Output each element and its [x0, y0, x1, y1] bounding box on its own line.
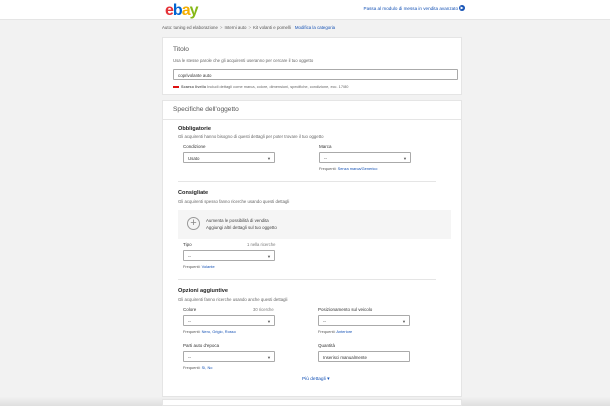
- additional-title: Opzioni aggiuntive: [178, 288, 229, 294]
- type-frequent-option[interactable]: Volante: [202, 264, 215, 269]
- frequent-prefix: Frequenti:: [183, 264, 201, 269]
- breadcrumb-item[interactable]: Interni auto: [224, 25, 246, 30]
- placement-frequent-option[interactable]: Anteriore: [336, 329, 352, 334]
- type-label: Tipo: [183, 242, 192, 247]
- type-select[interactable]: -- ▼: [183, 250, 275, 261]
- spare-part-select[interactable]: -- ▼: [183, 351, 275, 362]
- strength-label: Scarso livello: [181, 84, 207, 89]
- placement-value: --: [323, 319, 326, 324]
- chevron-down-icon: ▼: [402, 319, 406, 324]
- spare-part-label: Parti auto d'epoca: [183, 343, 220, 348]
- brand-label: Marca: [319, 144, 332, 149]
- breadcrumb-item[interactable]: Kit volanti e pomelli: [253, 25, 291, 30]
- chevron-down-icon: ▼: [267, 355, 271, 360]
- add-details-tip[interactable]: + Aumenta le possibilità di vendita Aggi…: [178, 210, 451, 239]
- placement-label: Posizionamento sul veicolo: [318, 307, 373, 312]
- title-panel: Titolo Usa le stesse parole che gli acqu…: [162, 37, 462, 95]
- tip-line-1: Aumenta le possibilità di vendita: [206, 218, 269, 223]
- more-details-link[interactable]: Più dettagli ▾: [302, 377, 330, 382]
- chevron-down-icon: ▼: [267, 319, 271, 324]
- chevron-down-icon: ▼: [267, 156, 271, 161]
- divider: [178, 181, 436, 182]
- more-details-label: Più dettagli: [302, 377, 326, 382]
- frequent-prefix: Frequenti:: [183, 329, 201, 334]
- strength-hint: Includi dettagli come marca, colore, dim…: [207, 84, 349, 89]
- brand-select[interactable]: -- ▼: [319, 152, 411, 163]
- quantity-label: Quantità: [318, 343, 336, 348]
- item-specifics-panel: Specifiche dell'oggetto Obbligatorie Gli…: [162, 100, 462, 397]
- recommended-title: Consigliate: [178, 190, 209, 196]
- chevron-down-icon: ▼: [267, 254, 271, 259]
- type-counter: 1 nella ricerche: [247, 242, 276, 247]
- divider: [178, 279, 436, 280]
- color-counter: 30 ricerche: [253, 307, 274, 312]
- type-frequent: Frequenti: Volante: [183, 264, 215, 269]
- additional-hint: Gli acquirenti fanno ricerche usando anc…: [178, 297, 288, 302]
- plus-circle-icon[interactable]: +: [187, 217, 200, 230]
- title-hint: Usa le stesse parole che gli acquirenti …: [173, 58, 314, 63]
- placement-frequent: Frequenti: Anteriore: [318, 329, 352, 334]
- chevron-right-icon: >: [219, 25, 223, 30]
- type-value: --: [188, 254, 191, 259]
- color-label: Colore: [183, 307, 197, 312]
- logo-letter-e: e: [165, 2, 174, 19]
- condition-label: Condizione: [183, 144, 206, 149]
- arrow-right-icon[interactable]: ▶: [459, 5, 465, 11]
- logo-letter-b: b: [172, 2, 183, 19]
- logo-letter-a: a: [181, 2, 191, 19]
- required-hint: Gli acquirenti hanno bisogno di questi d…: [178, 134, 324, 139]
- color-value: --: [188, 319, 191, 324]
- chevron-down-icon: ▼: [403, 156, 407, 161]
- brand-value: --: [324, 156, 327, 161]
- edit-category-link[interactable]: Modifica la categoria: [295, 25, 335, 30]
- spare-part-frequent: Frequenti: Sì, No: [183, 365, 212, 370]
- recommended-hint: Gli acquirenti spesso fanno ricerche usa…: [178, 199, 290, 204]
- specifics-heading: Specifiche dell'oggetto: [173, 106, 239, 113]
- spare-part-frequent-options[interactable]: Sì, No: [202, 365, 213, 370]
- condition-value: Usato: [188, 156, 200, 161]
- strength-bar: [173, 85, 179, 88]
- quantity-input[interactable]: Inserisci manualmente: [318, 351, 410, 362]
- title-strength: Scarso livello Includi dettagli come mar…: [173, 84, 348, 89]
- chevron-down-icon: ▾: [327, 377, 330, 382]
- required-title: Obbligatorie: [178, 126, 211, 132]
- frequent-prefix: Frequenti:: [319, 166, 337, 171]
- spare-part-value: --: [188, 355, 191, 360]
- frequent-prefix: Frequenti:: [183, 365, 201, 370]
- title-input[interactable]: coprivolante auto: [173, 69, 458, 80]
- logo-letter-y: y: [189, 2, 199, 19]
- top-bar: ebay Passa al modulo di messa in vendita…: [0, 0, 610, 20]
- next-panel-edge: [162, 399, 462, 406]
- color-select[interactable]: -- ▼: [183, 315, 275, 326]
- advanced-form-link[interactable]: Passa al modulo di messa in vendita avan…: [364, 6, 458, 11]
- color-frequent-options[interactable]: Nero, Grigio, Rosso: [202, 329, 236, 334]
- chevron-right-icon: >: [248, 25, 252, 30]
- breadcrumb-item[interactable]: Auto: tuning ed elaborazione: [162, 25, 218, 30]
- brand-frequent: Frequenti: Senza marca/Generico: [319, 166, 377, 171]
- frequent-prefix: Frequenti:: [318, 329, 336, 334]
- breadcrumb: Auto: tuning ed elaborazione > Interni aut…: [162, 25, 335, 30]
- divider: [163, 119, 461, 120]
- color-frequent: Frequenti: Nero, Grigio, Rosso: [183, 329, 236, 334]
- title-heading: Titolo: [173, 46, 189, 53]
- condition-select[interactable]: Usato ▼: [183, 152, 275, 163]
- placement-select[interactable]: -- ▼: [318, 315, 410, 326]
- tip-line-2: Aggiungi altri dettagli sul tuo oggetto: [206, 225, 277, 230]
- brand-frequent-option[interactable]: Senza marca/Generico: [338, 166, 378, 171]
- ebay-logo[interactable]: ebay: [165, 2, 198, 20]
